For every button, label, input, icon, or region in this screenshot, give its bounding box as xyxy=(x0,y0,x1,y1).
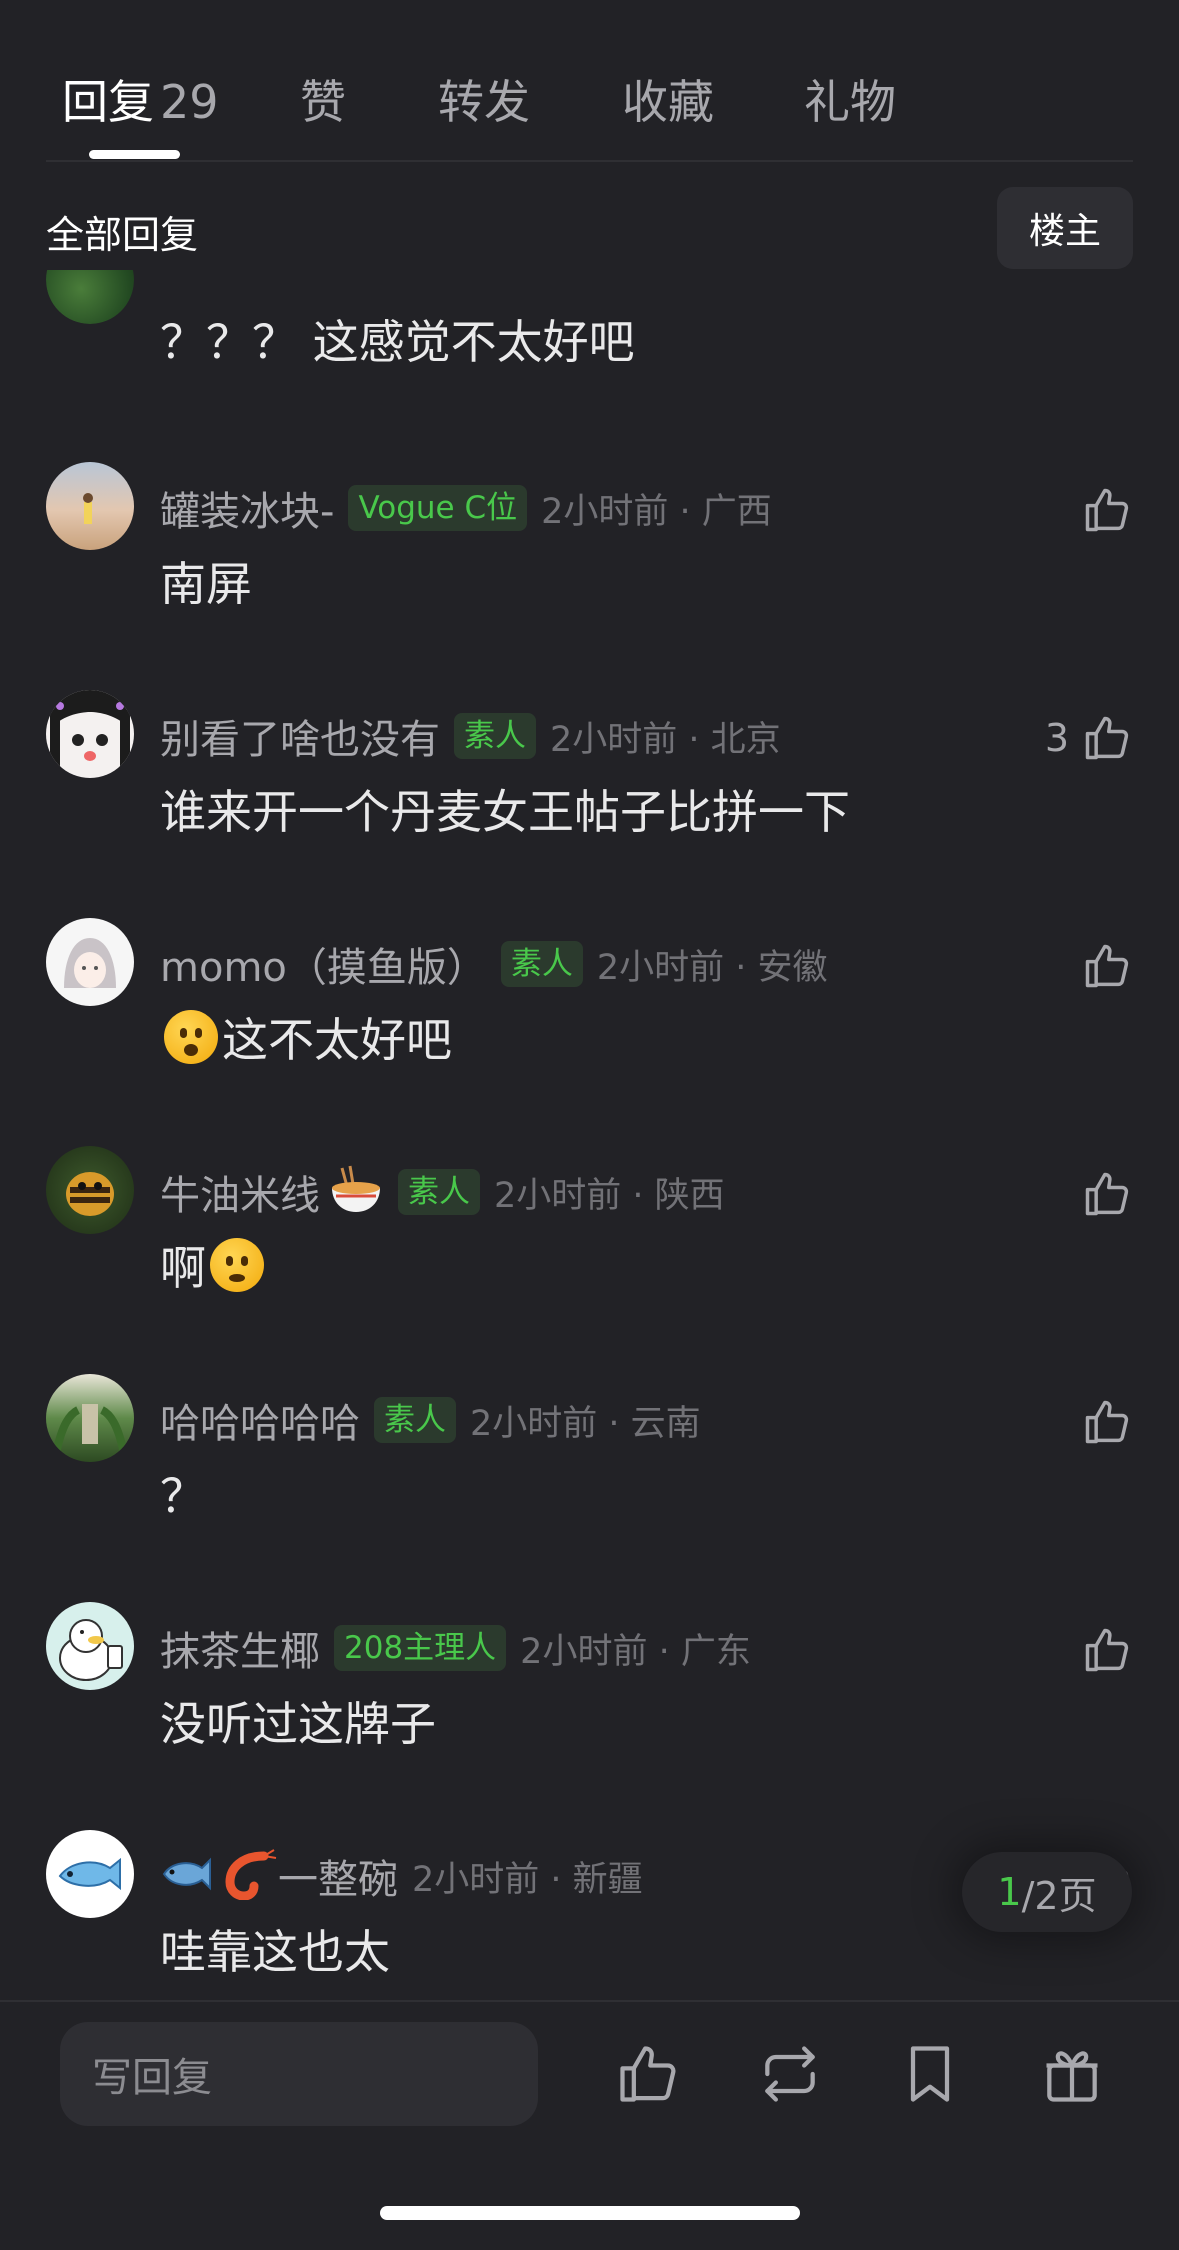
tab-replies[interactable]: 回复 29 xyxy=(62,66,219,132)
like-button[interactable] xyxy=(1081,484,1133,536)
avatar[interactable] xyxy=(46,1602,134,1690)
comment-time-location: 2小时前 · 陕西 xyxy=(494,1175,725,1216)
thumbs-up-icon xyxy=(1085,1172,1129,1216)
comment-time-location: 2小时前 · 云南 xyxy=(470,1403,701,1444)
comment-item[interactable]: momo（摸鱼版） 素人 2小时前 · 安徽 这不太好吧 xyxy=(0,918,1179,1118)
comment-item[interactable]: 抹茶生椰 208主理人 2小时前 · 广东 没听过这牌子 xyxy=(0,1602,1179,1802)
tabs-divider xyxy=(46,160,1133,162)
comment-text: 没听过这牌子 xyxy=(160,1697,436,1751)
worried-face-emoji-icon xyxy=(210,1238,264,1292)
like-button[interactable]: 3 xyxy=(1045,712,1133,764)
comment-text: 哇靠这也太 xyxy=(160,1925,390,1979)
tab-reposts[interactable]: 转发 xyxy=(438,66,530,132)
like-button[interactable] xyxy=(1081,940,1133,992)
comment-text: 谁来开一个丹麦女王帖子比拼一下 xyxy=(160,785,850,839)
like-button[interactable] xyxy=(1081,1624,1133,1676)
tab-replies-label: 回复 xyxy=(62,75,154,129)
comment-text: ？ xyxy=(160,1469,206,1523)
username[interactable]: momo（摸鱼版） xyxy=(160,935,487,993)
home-indicator xyxy=(380,2206,800,2220)
gift-icon[interactable] xyxy=(1038,2040,1106,2108)
avatar[interactable] xyxy=(46,918,134,1006)
like-count: 3 xyxy=(1044,716,1069,760)
avatar[interactable] xyxy=(46,462,134,550)
thumbs-up-icon xyxy=(1085,488,1129,532)
username[interactable]: 哈哈哈哈哈 xyxy=(160,1391,360,1449)
thumbs-up-icon xyxy=(1085,1628,1129,1672)
avatar[interactable] xyxy=(46,1146,134,1234)
comment-item[interactable]: 哈哈哈哈哈 素人 2小时前 · 云南 ？ xyxy=(0,1374,1179,1574)
comment-time-location: 2小时前 · 广西 xyxy=(541,491,772,532)
noodle-bowl-emoji-icon xyxy=(328,1164,384,1220)
current-page: 1 xyxy=(997,1870,1022,1914)
username[interactable]: 罐装冰块- xyxy=(160,479,334,537)
reply-input[interactable]: 写回复 xyxy=(60,2022,538,2126)
tab-likes[interactable]: 赞 xyxy=(300,66,346,132)
repost-icon[interactable] xyxy=(756,2040,824,2108)
op-only-button[interactable]: 楼主 xyxy=(997,187,1133,269)
shrimp-emoji-icon xyxy=(220,1848,278,1904)
comment-item[interactable]: 牛油米线 素人 2小时前 · 陕西 啊 xyxy=(0,1146,1179,1346)
comment-time-location: 2小时前 · 新疆 xyxy=(412,1859,643,1900)
avatar[interactable] xyxy=(46,1374,134,1462)
user-badge: 208主理人 xyxy=(334,1625,507,1671)
frowning-face-emoji-icon xyxy=(164,1010,218,1064)
bottom-bar-divider xyxy=(0,2000,1179,2002)
comment-item[interactable]: 别看了啥也没有 素人 2小时前 · 北京 谁来开一个丹麦女王帖子比拼一下 3 xyxy=(0,690,1179,890)
user-badge: 素人 xyxy=(398,1169,480,1215)
comment-text: 这不太好吧 xyxy=(160,1004,452,1070)
username[interactable]: 牛油米线 xyxy=(160,1163,320,1221)
username[interactable]: 一整碗 xyxy=(278,1847,398,1905)
avatar[interactable] xyxy=(46,270,134,324)
like-button[interactable] xyxy=(1081,1168,1133,1220)
user-badge: 素人 xyxy=(500,941,583,987)
user-badge: 素人 xyxy=(454,713,536,759)
page-indicator[interactable]: 1/2页 xyxy=(962,1852,1132,1932)
comment-item[interactable]: 罐装冰块- Vogue C位 2小时前 · 广西 南屏 xyxy=(0,462,1179,662)
total-pages: /2页 xyxy=(1021,1873,1097,1918)
tab-gifts[interactable]: 礼物 xyxy=(804,66,896,132)
comment-text: ？？？ 这感觉不太好吧 xyxy=(160,315,635,369)
comment-text: 南屏 xyxy=(160,557,252,611)
username[interactable]: 别看了啥也没有 xyxy=(160,707,440,765)
thumbs-up-icon xyxy=(1085,716,1129,760)
thumbs-up-icon[interactable] xyxy=(614,2040,682,2108)
tab-bar: 回复 29 赞 转发 收藏 礼物 xyxy=(0,0,1179,162)
comment-text: 啊 xyxy=(160,1232,268,1298)
comment-time-location: 2小时前 · 北京 xyxy=(550,719,781,760)
tab-favorites[interactable]: 收藏 xyxy=(622,66,714,132)
comment-text-content: 这不太好吧 xyxy=(222,1013,452,1067)
like-button[interactable] xyxy=(1081,1396,1133,1448)
thumbs-up-icon xyxy=(1085,944,1129,988)
active-tab-indicator xyxy=(89,150,180,159)
username[interactable]: 抹茶生椰 xyxy=(160,1619,320,1677)
user-badge: Vogue C位 xyxy=(348,485,528,531)
tab-replies-count: 29 xyxy=(160,75,219,129)
comment-text-content: 啊 xyxy=(160,1241,206,1295)
comment-time-location: 2小时前 · 广东 xyxy=(520,1631,751,1672)
thumbs-up-icon xyxy=(1085,1400,1129,1444)
fish-emoji-icon xyxy=(160,1854,214,1898)
user-badge: 素人 xyxy=(374,1397,456,1443)
avatar[interactable] xyxy=(46,690,134,778)
avatar[interactable] xyxy=(46,1830,134,1918)
bookmark-icon[interactable] xyxy=(896,2040,964,2108)
all-replies-title: 全部回复 xyxy=(46,213,199,257)
comment-time-location: 2小时前 · 安徽 xyxy=(596,947,828,988)
